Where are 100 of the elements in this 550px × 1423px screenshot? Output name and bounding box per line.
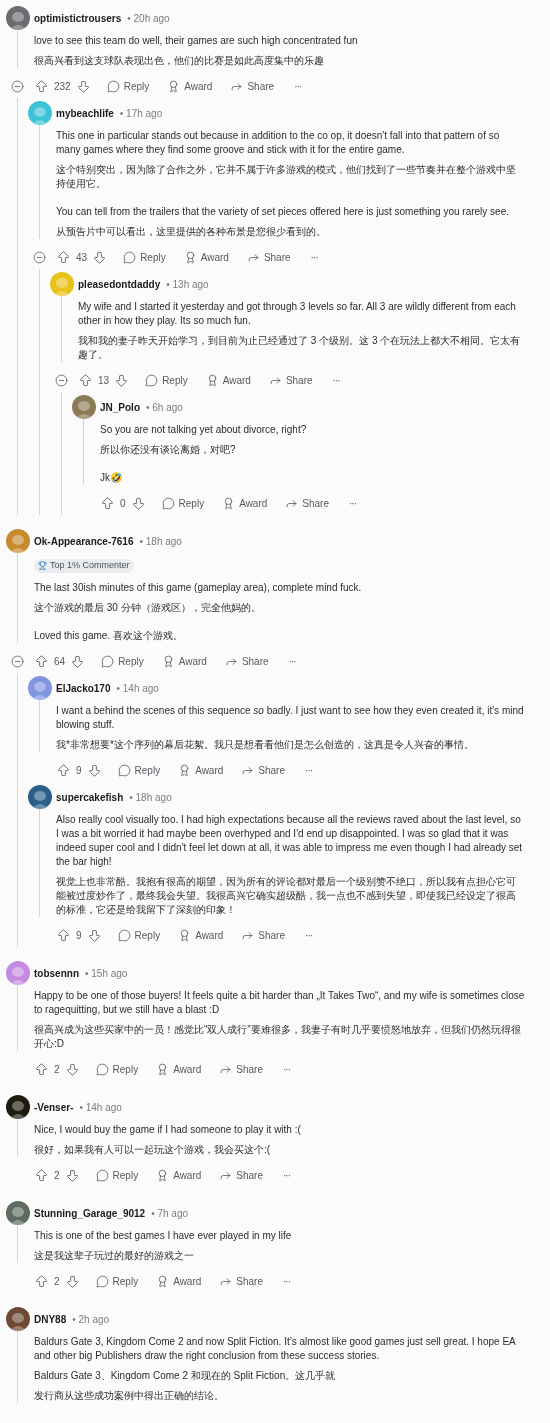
speech-bubble-icon [117,763,131,777]
more-button[interactable]: ··· [310,249,318,265]
upvote-icon[interactable] [34,1167,49,1183]
vote-count: 2 [54,1168,60,1183]
username[interactable]: DNY88 [34,1311,67,1327]
comment-text: Happy to be one of those buyers! It feels quite a bit harder than „It Takes Two“, and my wife is sometimes close to ragequitting, but we still have a blast :D [34,989,525,1017]
downvote-icon[interactable] [92,249,108,265]
downvote-icon[interactable] [64,1061,80,1077]
more-button[interactable]: ··· [294,78,302,94]
share-button[interactable]: Share [241,927,285,943]
reply-button[interactable]: Reply [95,1273,139,1289]
upvote-icon[interactable] [100,495,115,511]
comment-text: Nice, I would buy the game if I had someone to play it with :( [34,1123,302,1137]
comment-text: Also really cool visually too. I had high expectations because all the reviews raved about the last level, so I was a bit worried it had maybe been overhyped and I'd end up disappointed. I was so glad that it was indeed super cool and I didn't feel let down at all, it was able to impress me even though I had already set the bar high! [56,813,524,869]
share-button[interactable]: Share [219,1167,263,1183]
share-button[interactable]: Share [219,1273,263,1289]
more-button[interactable]: ··· [305,927,312,943]
award-button[interactable]: Award [178,927,224,943]
comment-text: 我*非常想要*这个序列的幕后花絮。我只是想看看他们是怎么创造的，这真是令人兴奋的事情。 [56,738,475,752]
downvote-icon[interactable] [64,1167,80,1183]
user-avatar[interactable] [6,1307,30,1331]
downvote-icon[interactable] [70,653,86,669]
award-button[interactable]: Award [156,1061,202,1077]
username[interactable]: JN_Polo [100,399,140,415]
user-avatar[interactable] [6,1095,30,1119]
share-button[interactable]: Share [219,1061,263,1077]
more-button[interactable]: ··· [283,1273,290,1289]
reply-button[interactable]: Reply [161,495,205,511]
downvote-icon[interactable] [130,495,146,511]
comment-text: 很高兴成为这些买家中的一员！感觉比“双人成行”要难很多，我妻子有时几乎要愤怒地放弃，但我们仍然玩得很开心:D [34,1023,522,1051]
username[interactable]: pleasedontdaddy [78,276,161,292]
share-button[interactable]: Share [230,78,275,94]
award-button[interactable]: Award [167,78,213,94]
downvote-icon[interactable] [114,372,130,388]
reply-button[interactable]: Reply [117,762,161,778]
timestamp: • 17h ago [119,106,163,121]
more-button[interactable]: ··· [305,762,312,778]
collapse-icon[interactable] [11,79,24,93]
upvote-icon[interactable] [56,249,71,265]
more-button[interactable]: ··· [283,1061,290,1077]
username[interactable]: tobsennn [34,965,79,981]
username[interactable]: -Venser- [34,1099,74,1115]
reply-button[interactable]: Reply [95,1167,139,1183]
upvote-icon[interactable] [34,653,49,669]
speech-bubble-icon [117,928,131,942]
comment-text: This one in particular stands out because in addition to the co op, it doesn't fall into that pattern of so many games where they find some groove and stick with it for the entire game. [56,129,501,157]
timestamp: • 18h ago [139,534,182,549]
trophy-icon [38,561,47,570]
username[interactable]: ElJacko170 [56,680,111,696]
downvote-icon[interactable] [86,927,102,943]
username[interactable]: supercakefish [56,789,124,805]
reply-button[interactable]: Reply [106,78,150,94]
award-button[interactable]: Award [222,495,268,511]
downvote-icon[interactable] [64,1273,80,1289]
share-button[interactable]: Share [241,762,285,778]
user-avatar[interactable] [28,785,52,809]
upvote-icon[interactable] [56,927,71,943]
downvote-icon[interactable] [75,78,91,94]
comment-text: 很好，如果我有人可以一起玩这个游戏，我会买这个:( [34,1143,272,1157]
comment-text: 很高兴看到这支球队表现出色，他们的比赛是如此高度集中的乐趣 [34,54,325,68]
award-button[interactable]: Award [178,762,224,778]
award-button[interactable]: Award [205,372,251,388]
comment-text: love to see this team do well, their games are such high concentrated fun [34,34,359,48]
username[interactable]: Stunning_Garage_9012 [34,1205,146,1221]
more-button[interactable]: ··· [288,653,296,669]
speech-bubble-icon [123,250,137,264]
comment-text: So you are not talking yet about divorce, right? [100,423,308,437]
share-button[interactable]: Share [224,653,269,669]
reply-button[interactable]: Reply [117,927,161,943]
award-button[interactable]: Award [156,1167,202,1183]
reply-button[interactable]: Reply [145,372,188,388]
award-button[interactable]: Award [161,653,207,669]
comment-text: 这个特别突出，因为除了合作之外，它并不属于许多游戏的模式，他们找到了一些节奏并在整个游戏中坚持使用它。 [56,163,517,191]
share-button[interactable]: Share [268,372,313,388]
collapse-icon[interactable] [11,654,24,668]
reply-button[interactable]: Reply [95,1061,139,1077]
downvote-icon[interactable] [86,762,102,778]
vote-count: 9 [76,928,82,943]
username[interactable]: mybeachlife [56,105,114,121]
reply-button[interactable]: Reply [123,249,166,265]
comment-text: Loved this game. 喜欢这个游戏。 [34,629,184,643]
upvote-icon[interactable] [34,1273,49,1289]
share-button[interactable]: Share [246,249,291,265]
award-button[interactable]: Award [156,1273,202,1289]
share-button[interactable]: Share [285,495,329,511]
username[interactable]: Ok-Appearance-7616 [34,533,134,549]
upvote-icon[interactable] [34,1061,49,1077]
timestamp: • 2h ago [72,1312,110,1327]
award-button[interactable]: Award [183,249,229,265]
more-button[interactable]: ··· [283,1167,290,1183]
collapse-icon[interactable] [33,250,46,264]
more-button[interactable]: ··· [349,495,356,511]
username[interactable]: optimistictrousers [34,10,122,26]
collapse-icon[interactable] [55,373,68,387]
reply-button[interactable]: Reply [101,653,144,669]
more-button[interactable]: ··· [332,372,340,388]
speech-bubble-icon [106,79,120,93]
upvote-icon[interactable] [78,372,93,388]
upvote-icon[interactable] [56,762,71,778]
upvote-icon[interactable] [34,78,49,94]
